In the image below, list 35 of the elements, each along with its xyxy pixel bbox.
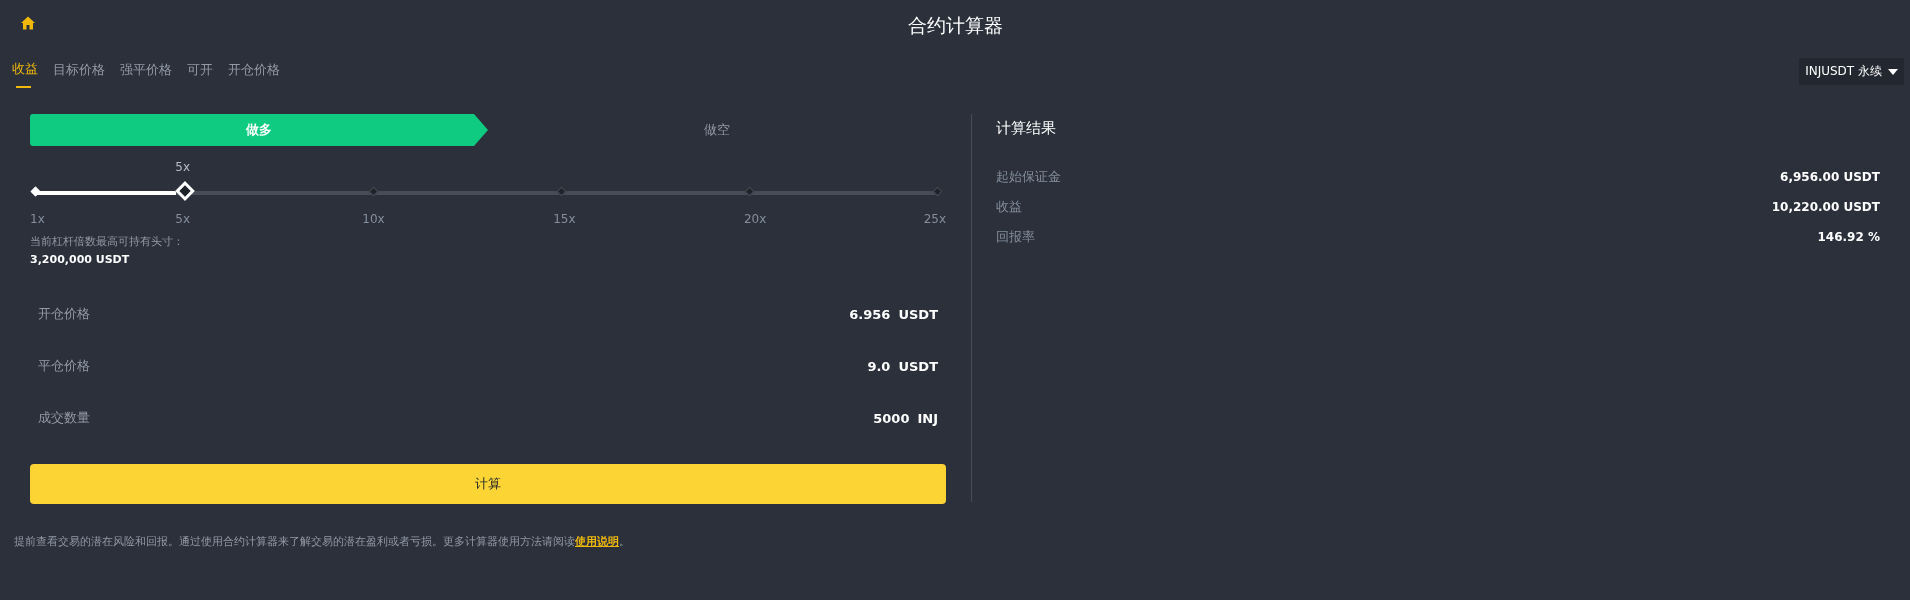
result-value: 146.92 %: [1817, 230, 1880, 244]
tab[interactable]: 开仓价格: [228, 52, 280, 90]
tick-label: 25x: [923, 212, 946, 226]
tick-label: 15x: [553, 212, 576, 226]
tab[interactable]: 目标价格: [53, 52, 105, 90]
input-field[interactable]: 5000: [789, 410, 910, 426]
result-label: 起始保证金: [996, 168, 1061, 186]
calculate-button[interactable]: 计算: [30, 464, 946, 504]
usage-link[interactable]: 使用说明: [575, 535, 619, 548]
result-label: 回报率: [996, 228, 1035, 246]
tick-label: 20x: [743, 212, 767, 226]
result-value: 10,220.00 USDT: [1771, 200, 1880, 214]
max-position-value: 3,200,000 USDT: [30, 253, 131, 266]
pair-selector[interactable]: INJUSDT 永续: [1799, 58, 1904, 85]
tick-label: 5x: [175, 212, 191, 226]
page-title: 合约计算器: [907, 13, 1003, 38]
result-label: 收益: [996, 198, 1022, 216]
tab[interactable]: 可开: [187, 52, 213, 90]
input-field[interactable]: 9.0: [770, 358, 891, 374]
unit-label: USDT: [898, 306, 938, 322]
field-label: 开仓价格: [38, 305, 91, 323]
footer-note: 提前查看交易的潜在风险和回报。通过使用合约计算器来了解交易的潜在盈利或者亏损。更多计算器使用方法请阅读使用说明。: [14, 534, 631, 549]
field-label: 成交数量: [38, 409, 91, 427]
side-tab[interactable]: 做空: [488, 114, 946, 146]
tick-label: 10x: [362, 212, 385, 226]
leverage-value: 5x: [175, 160, 191, 174]
tick-label: 1x: [30, 212, 45, 226]
input-field[interactable]: 6.956: [770, 306, 891, 322]
unit-label: USDT: [898, 358, 938, 374]
result-value: 6,956.00 USDT: [1780, 170, 1880, 184]
results-heading: 计算结果: [996, 119, 1057, 138]
tab[interactable]: 强平价格: [120, 52, 172, 90]
field-label: 平仓价格: [38, 357, 91, 375]
max-position-label: 当前杠杆倍数最高可持有头寸：: [30, 234, 185, 249]
unit-label: INJ: [917, 410, 938, 426]
